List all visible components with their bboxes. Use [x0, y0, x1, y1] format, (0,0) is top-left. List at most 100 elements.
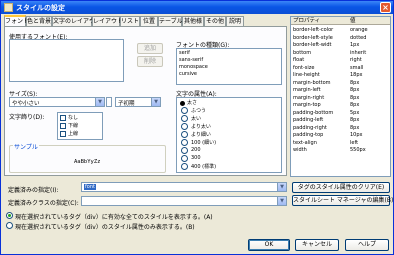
property-row[interactable]: margin-left 8px [291, 87, 390, 93]
size-unit-select[interactable]: 子初期 ▼ [115, 97, 161, 107]
weight-300-radio[interactable] [181, 155, 188, 162]
text-decoration-list[interactable]: なし 下線 上線 [57, 112, 103, 140]
property-row[interactable]: bottom inherit [291, 50, 390, 56]
property-name: border-left-color [293, 27, 334, 33]
app-icon [4, 3, 13, 12]
property-name: border-left-widt [293, 42, 332, 48]
font-type-item[interactable]: serif [179, 50, 190, 56]
decoration-none-label: なし [68, 115, 79, 121]
size-select[interactable]: やや小さい ▼ [9, 97, 105, 107]
font-type-item[interactable]: sans-serif [179, 57, 203, 63]
defined-class-label: 定義済みクラスの指定(C): [8, 200, 79, 207]
chevron-down-icon[interactable]: ▼ [277, 183, 286, 191]
property-value: inherit [350, 49, 367, 56]
property-value: 8px [350, 102, 360, 108]
chevron-down-icon[interactable]: ▼ [151, 98, 160, 106]
ok-button[interactable]: OK [248, 239, 290, 251]
decoration-overline-checkbox[interactable] [60, 131, 66, 137]
property-name: bottom [293, 49, 312, 56]
property-value: 8px [350, 87, 360, 93]
weight-bolder-label: より太い [191, 124, 211, 130]
defined-class-select[interactable]: ▼ [81, 196, 287, 206]
property-row[interactable]: margin-right 8px [291, 95, 390, 101]
title-bar[interactable]: スタイルの設定 × [1, 1, 393, 14]
sample-label: サンプル [13, 142, 39, 151]
property-value: 550px [350, 147, 366, 153]
defined-style-value: font [84, 184, 96, 190]
show-style-attribute-radio[interactable] [6, 222, 13, 229]
weight-bold-radio[interactable] [181, 115, 188, 122]
property-row[interactable]: border-left-widt 1px [291, 42, 390, 48]
property-name: margin-top [293, 102, 321, 108]
property-value: small [350, 64, 364, 71]
property-value: 8px [350, 117, 360, 123]
help-button[interactable]: ヘルプ [345, 239, 389, 251]
weight-300-label: 300 [191, 155, 201, 161]
property-row[interactable]: padding-bottom 5px [291, 110, 390, 116]
property-row[interactable]: width 550px [291, 147, 390, 153]
property-value: 5px [350, 109, 360, 116]
defined-style-select[interactable]: font ▼ [81, 182, 287, 192]
weight-200-radio[interactable] [181, 147, 188, 154]
property-row[interactable]: margin-bottom 8px [291, 80, 390, 86]
weight-100-radio[interactable] [181, 139, 188, 146]
property-value: 10px [350, 132, 363, 138]
decoration-none-checkbox[interactable] [60, 115, 66, 121]
property-row[interactable]: margin-top 8px [291, 102, 390, 108]
size-select-value: やや小さい [12, 101, 40, 107]
show-all-styles-label: 現在選択されているタグ（div）に有効な全てのスタイルを表示する。(A) [15, 214, 213, 221]
property-row[interactable]: text-align left [291, 140, 390, 146]
close-button[interactable]: × [380, 2, 391, 13]
add-font-button[interactable]: 追加 [137, 43, 163, 54]
chevron-down-icon[interactable]: ▼ [95, 98, 104, 106]
property-row[interactable]: padding-right 8px [291, 125, 390, 131]
weight-400-radio[interactable] [181, 163, 188, 170]
font-style-list[interactable]: 太さ ふつう 太い より太い より細い 100 (細い) 200 300 400… [176, 97, 282, 173]
property-value: 8px [350, 124, 360, 131]
property-row[interactable]: padding-top 10px [291, 132, 390, 138]
weight-bolder-radio[interactable] [181, 123, 188, 130]
property-header-value: 値 [350, 18, 356, 24]
property-row[interactable]: line-height 18px [291, 72, 390, 78]
decoration-overline-label: 上線 [68, 131, 79, 137]
font-type-item[interactable]: monospace [179, 64, 208, 70]
property-name: padding-left [293, 117, 324, 123]
style-settings-dialog: スタイルの設定 × フォント 色と背景 文字のレイアウト レイアウト リスト 位… [0, 0, 394, 255]
font-type-item[interactable]: cursive [179, 71, 197, 77]
property-row[interactable]: border-left-color orange [291, 27, 390, 33]
weight-normal-label: ふつう [191, 108, 207, 114]
font-type-list[interactable]: serif sans-serif monospace cursive [176, 48, 282, 85]
font-tab-panel: 使用するフォント(E): 追加 削除 フォントの種類(G): serif san… [4, 26, 287, 176]
weight-lighter-radio[interactable] [181, 131, 188, 138]
property-table[interactable]: プロパティ 値 border-left-color orange border-le… [290, 16, 391, 177]
property-row[interactable]: border-left-style dotted [291, 35, 390, 41]
property-name: padding-right [293, 124, 327, 131]
show-all-styles-radio[interactable] [6, 212, 13, 219]
clear-tag-style-button[interactable]: タグのスタイル属性のクリア(E) [292, 182, 390, 193]
property-value: orange [350, 27, 368, 33]
property-name: width [293, 147, 307, 153]
size-spinner[interactable] [106, 97, 112, 107]
property-row[interactable]: padding-left 8px [291, 117, 390, 123]
delete-font-button[interactable]: 削除 [137, 56, 163, 67]
property-row[interactable]: font-size small [291, 65, 390, 71]
defined-style-label: 定義済みの指定(I): [8, 187, 59, 194]
property-row[interactable]: float right [291, 57, 390, 63]
property-header-name: プロパティ [293, 18, 321, 24]
weight-lighter-label: より細い [191, 132, 211, 138]
weight-100-label: 100 (細い) [191, 140, 217, 146]
edit-stylesheet-manager-button[interactable]: スタイルシート マネージャの編集(B) [292, 195, 393, 206]
property-value: 8px [350, 94, 360, 101]
property-value: right [350, 57, 362, 63]
property-name: padding-top [293, 132, 324, 138]
weight-bullet-icon [180, 101, 185, 106]
weight-normal-radio[interactable] [181, 107, 188, 114]
property-value: 1px [350, 42, 360, 48]
cancel-button[interactable]: キャンセル [295, 239, 339, 251]
text-decoration-label: 文字飾り(D): [9, 114, 45, 121]
sample-group: サンプル AaBbYyZz [9, 142, 166, 173]
used-fonts-list[interactable] [9, 39, 124, 82]
property-name: text-align [293, 139, 317, 146]
decoration-underline-checkbox[interactable] [60, 123, 66, 129]
chevron-down-icon[interactable]: ▼ [277, 197, 286, 205]
